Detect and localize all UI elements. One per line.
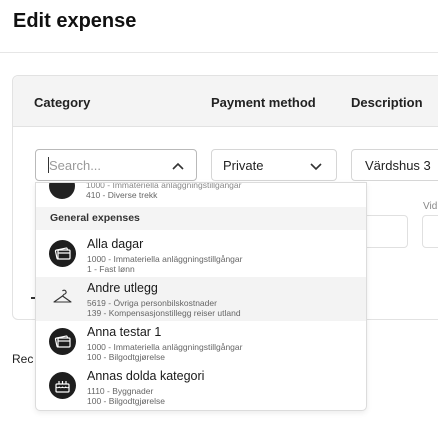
option-code-line: 100 - Bilgodtgjørelse <box>87 396 165 406</box>
category-search-input[interactable]: Search... <box>35 149 197 181</box>
group-header-label: General expenses <box>50 212 140 224</box>
category-search-placeholder: Search... <box>49 158 102 173</box>
option-account-line: 5619 - Övriga personbilskostnader <box>87 298 217 308</box>
option-code-line: 1 - Fast lønn <box>87 264 135 274</box>
option-account-line: 1110 - Byggnader <box>87 386 154 396</box>
second-row-field-extra[interactable] <box>422 215 438 248</box>
hanger-icon <box>49 284 76 311</box>
option-title: Annas dolda kategori <box>87 369 205 383</box>
description-value: Värdshus 3 <box>365 158 431 173</box>
payment-method-value: Private <box>223 158 264 173</box>
divider <box>0 52 438 53</box>
column-header-category: Category <box>34 95 91 110</box>
category-dropdown: 1000 - Immateriella anläggningstillgånga… <box>35 182 367 411</box>
column-header-payment-method: Payment method <box>211 95 316 110</box>
option-code-line: 100 - Bilgodtgjørelse <box>87 352 165 362</box>
cake-icon <box>49 372 76 399</box>
option-account-line: 1000 - Immateriella anläggningstillgånga… <box>87 342 243 352</box>
list-item-anna-testar-1[interactable]: Anna testar 1 1000 - Immateriella anlägg… <box>36 321 366 365</box>
list-item-partial[interactable]: 1000 - Immateriella anläggningstillgånga… <box>36 183 366 205</box>
list-item-annas-dolda-kategori[interactable]: Annas dolda kategori 1110 - Byggnader 10… <box>36 365 366 409</box>
description-input[interactable]: Värdshus 3 <box>351 149 438 181</box>
option-account-line: 1000 - Immateriella anläggningstillgånga… <box>87 254 243 264</box>
option-code-line: 410 - Diverse trekk <box>86 190 158 200</box>
group-header-general-expenses: General expenses <box>36 207 366 230</box>
column-header-description: Description <box>351 95 423 110</box>
list-item-alla-dagar[interactable]: Alla dagar 1000 - Immateriella anläggnin… <box>36 233 366 277</box>
option-title: Andre utlegg <box>87 281 158 295</box>
recurring-label: Rec <box>12 352 34 366</box>
chevron-down-icon <box>310 163 322 171</box>
option-title: Anna testar 1 <box>87 325 162 339</box>
option-code-line: 139 - Kompensasjonstillegg reiser utland <box>87 308 241 318</box>
cards-icon <box>49 183 75 199</box>
payment-method-select[interactable]: Private <box>211 149 337 181</box>
option-title: Alla dagar <box>87 237 144 251</box>
page-title: Edit expense <box>13 10 137 32</box>
chevron-up-icon[interactable] <box>171 159 185 173</box>
table-header: Category Payment method Description <box>13 76 438 127</box>
cards-icon <box>49 328 76 355</box>
second-row-field[interactable] <box>360 215 408 248</box>
second-row-label: Vid <box>423 201 438 212</box>
list-item-andre-utlegg[interactable]: Andre utlegg 5619 - Övriga personbilskos… <box>36 277 366 321</box>
cards-icon <box>49 240 76 267</box>
option-account-line: 1000 - Immateriella anläggningstillgånga… <box>86 182 242 190</box>
